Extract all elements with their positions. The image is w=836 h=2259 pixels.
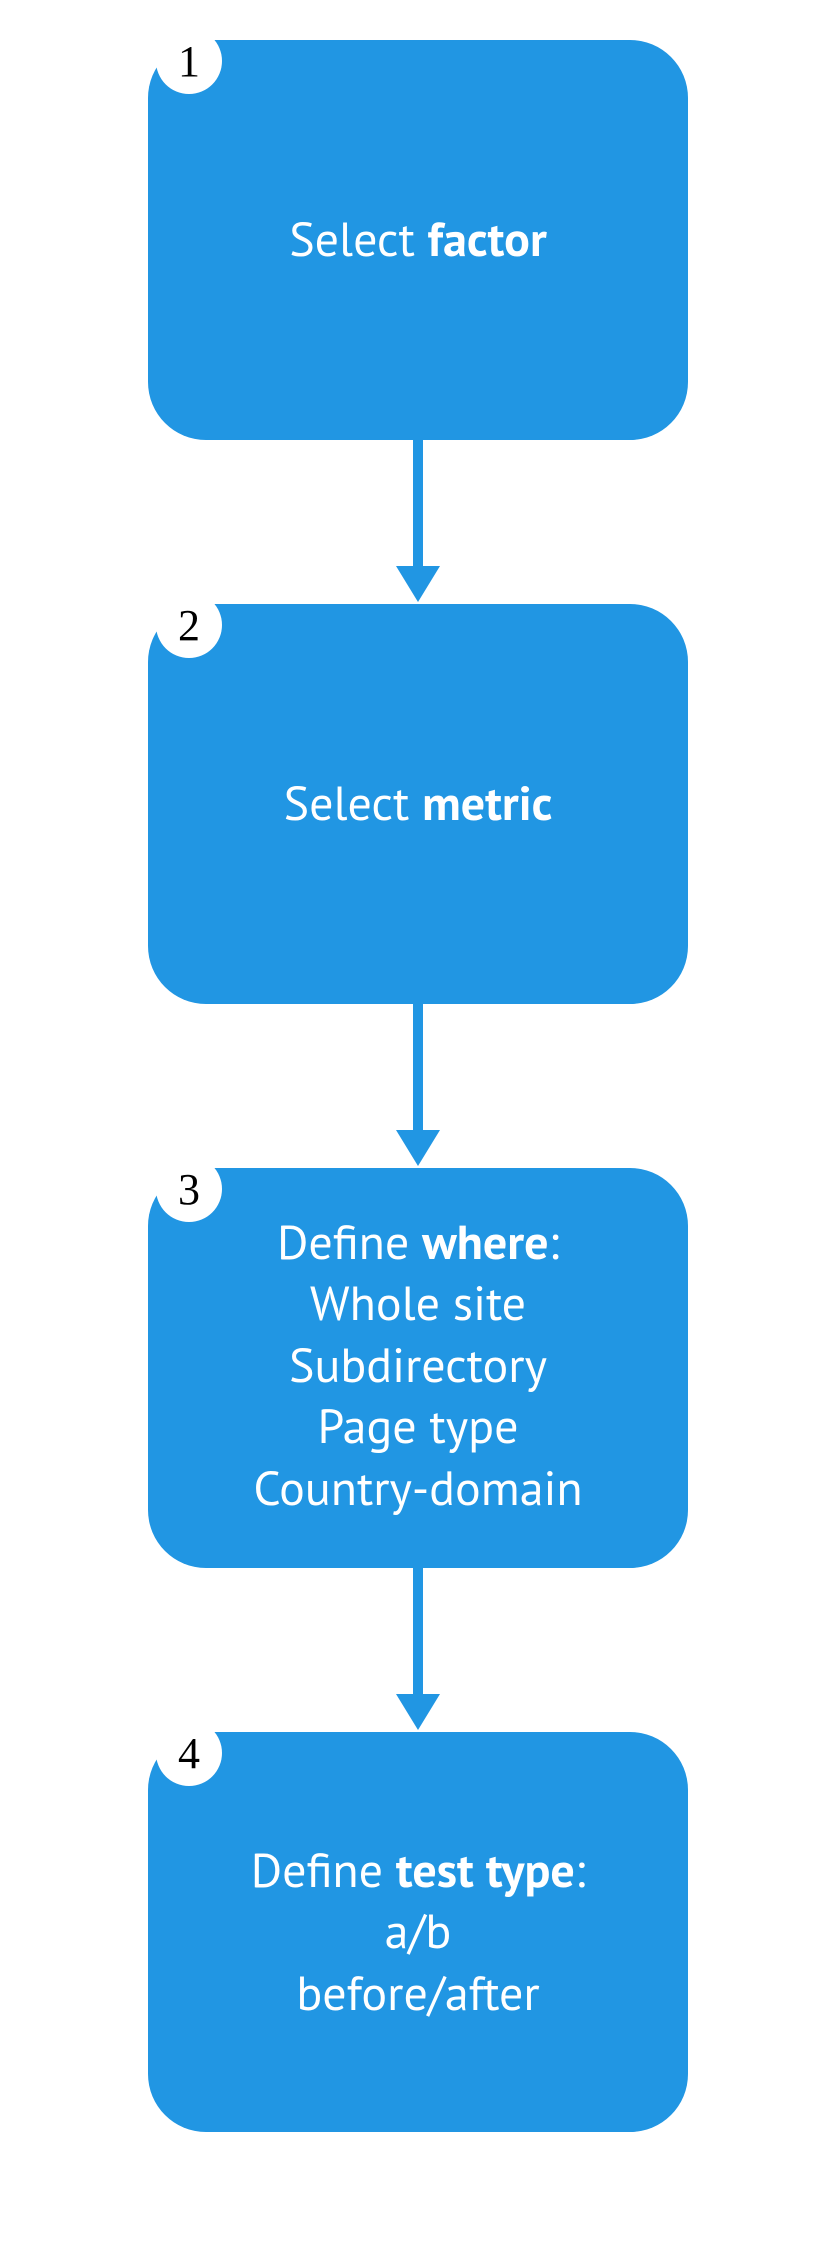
step-number-4: 4 bbox=[178, 1728, 200, 1779]
step-badge-2: 2 bbox=[156, 592, 222, 658]
step-4-line-1: Define test type: bbox=[251, 1840, 586, 1901]
step-4-line-1-suffix: : bbox=[575, 1839, 586, 1901]
step-4-line-1-bold: test type bbox=[396, 1839, 575, 1901]
step-4-line-2: a/b bbox=[385, 1901, 452, 1962]
step-2-line-1-bold: metric bbox=[422, 772, 552, 834]
step-1-line-1-prefix: Select bbox=[289, 208, 427, 270]
step-1-line-1: Select factor bbox=[289, 209, 547, 270]
step-box-4: Define test type: a/b before/after bbox=[148, 1732, 688, 2132]
step-badge-4: 4 bbox=[156, 1720, 222, 1786]
step-2-line-1-prefix: Select bbox=[284, 772, 422, 834]
step-3-line-4: Page type bbox=[318, 1396, 519, 1457]
step-4-line-1-prefix: Define bbox=[251, 1839, 396, 1901]
step-number-2: 2 bbox=[178, 600, 200, 651]
step-badge-3: 3 bbox=[156, 1156, 222, 1222]
step-3-line-2: Whole site bbox=[310, 1273, 526, 1334]
step-1-line-1-bold: factor bbox=[428, 208, 547, 270]
step-3-line-3: Subdirectory bbox=[289, 1335, 547, 1396]
step-3-line-1-suffix: : bbox=[549, 1211, 560, 1273]
step-box-2: Select metric bbox=[148, 604, 688, 1004]
step-3-line-1-bold: where bbox=[422, 1211, 548, 1273]
step-number-3: 3 bbox=[178, 1164, 200, 1215]
step-3-line-1: Define where: bbox=[277, 1212, 559, 1273]
step-box-3: Define where: Whole site Subdirectory Pa… bbox=[148, 1168, 688, 1568]
step-number-1: 1 bbox=[178, 36, 200, 87]
step-badge-1: 1 bbox=[156, 28, 222, 94]
step-4-line-3: before/after bbox=[296, 1963, 539, 2024]
flow-diagram: Select factor 1 Select metric 2 Define w… bbox=[0, 0, 836, 2259]
step-box-1: Select factor bbox=[148, 40, 688, 440]
step-3-line-1-prefix: Define bbox=[277, 1211, 422, 1273]
step-3-line-5: Country-domain bbox=[253, 1458, 582, 1519]
step-2-line-1: Select metric bbox=[284, 773, 553, 834]
